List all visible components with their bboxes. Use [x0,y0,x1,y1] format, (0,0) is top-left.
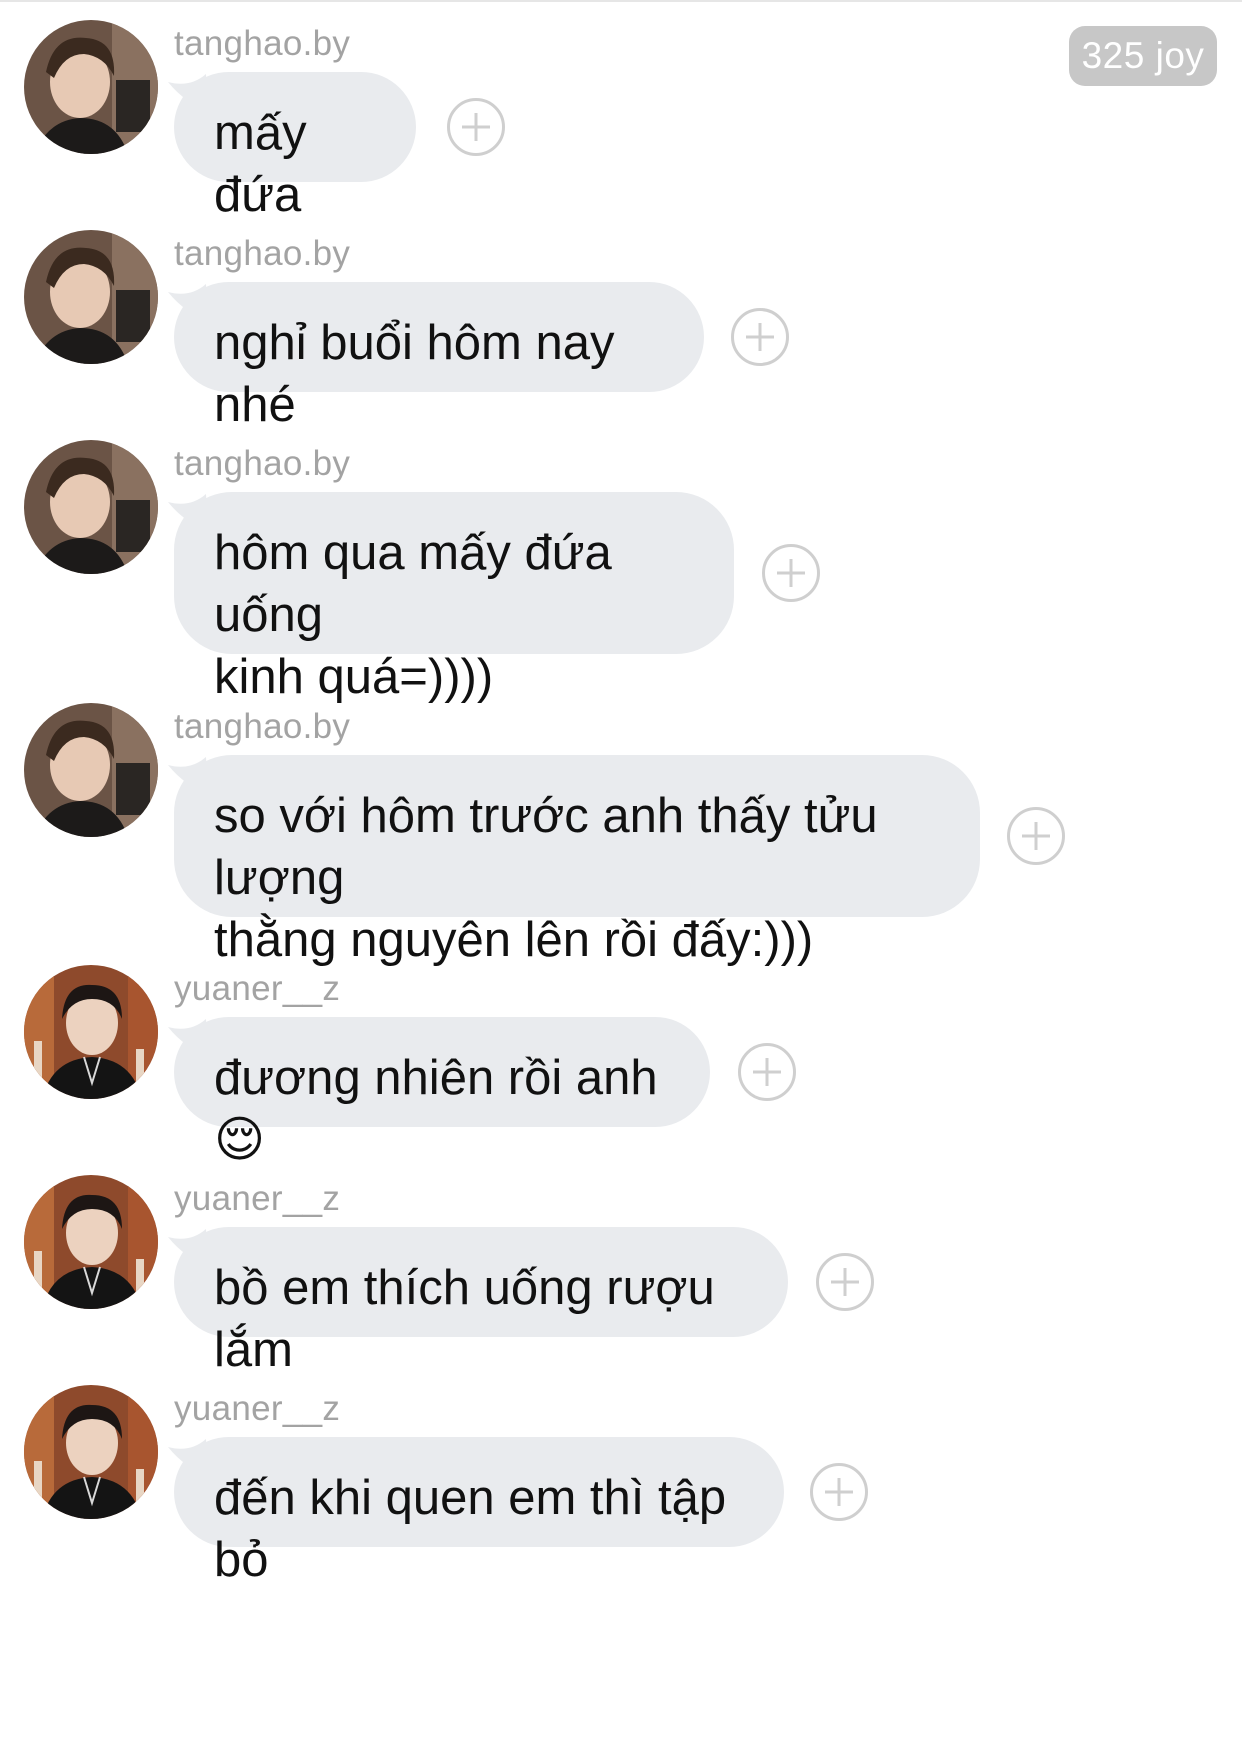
username[interactable]: tanghao.by [174,707,350,747]
avatar-yuaner-image [24,1385,158,1519]
message-bubble[interactable]: mấy đứa [174,72,416,222]
avatar[interactable] [24,440,158,574]
username[interactable]: tanghao.by [174,444,350,484]
add-reaction-icon[interactable] [810,1463,868,1521]
message-bubble[interactable]: đương nhiên rồi anh😌 [174,1017,710,1167]
add-reaction-icon[interactable] [447,98,505,156]
avatar-tanghao-image [24,230,158,364]
avatar[interactable] [24,20,158,154]
username[interactable]: tanghao.by [174,24,350,64]
add-reaction-icon[interactable] [816,1253,874,1311]
username[interactable]: yuaner__z [174,969,340,1009]
avatar[interactable] [24,230,158,364]
add-reaction-icon[interactable] [731,308,789,366]
avatar[interactable] [24,1385,158,1519]
message-bubble[interactable]: bồ em thích uống rượu lắm [174,1227,788,1377]
add-reaction-icon[interactable] [1007,807,1065,865]
avatar-tanghao-image [24,703,158,837]
message-bubble[interactable]: hôm qua mấy đứa uống kinh quá=)))) [174,492,734,704]
avatar-tanghao-image [24,20,158,154]
add-reaction-icon[interactable] [738,1043,796,1101]
message-bubble[interactable]: đến khi quen em thì tập bỏ [174,1437,784,1587]
avatar-yuaner-image [24,965,158,1099]
add-reaction-icon[interactable] [762,544,820,602]
avatar-yuaner-image [24,1175,158,1309]
message-bubble[interactable]: nghỉ buổi hôm nay nhé [174,282,704,432]
message-bubble[interactable]: so với hôm trước anh thấy tửu lượng thằn… [174,755,980,967]
username[interactable]: tanghao.by [174,234,350,274]
top-divider [0,0,1242,2]
username[interactable]: yuaner__z [174,1389,340,1429]
avatar-tanghao-image [24,440,158,574]
avatar[interactable] [24,965,158,1099]
username[interactable]: yuaner__z [174,1179,340,1219]
avatar[interactable] [24,1175,158,1309]
avatar[interactable] [24,703,158,837]
watermark-badge: 325 joy [1069,26,1217,86]
